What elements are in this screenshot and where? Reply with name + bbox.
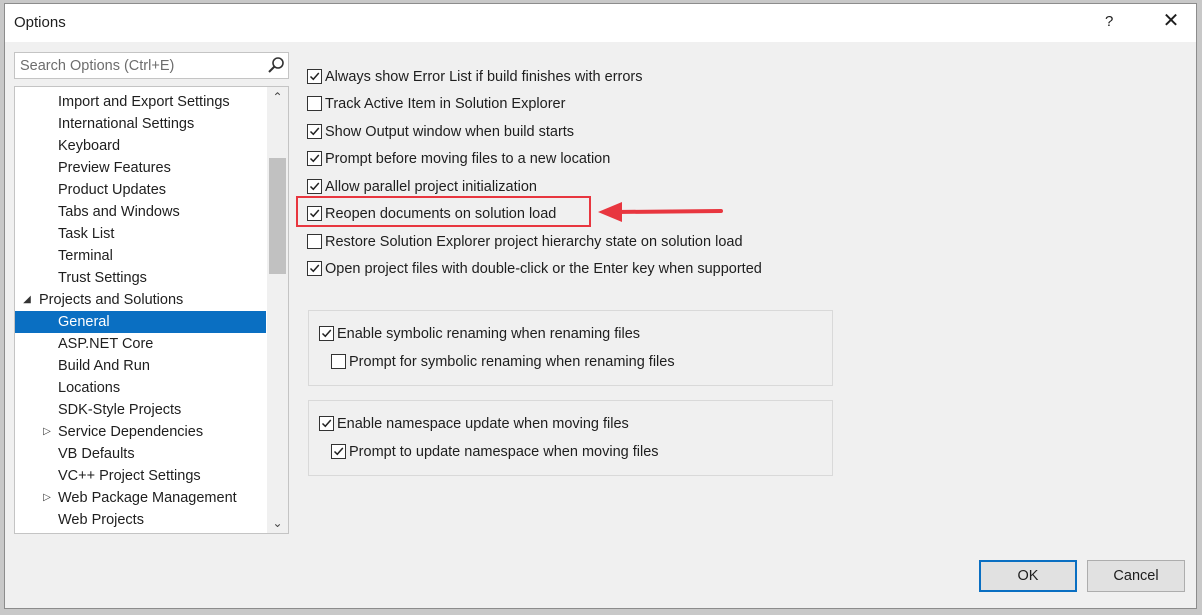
tree-item[interactable]: Product Updates	[15, 179, 266, 201]
expanded-arrow-icon[interactable]: ◢	[21, 289, 33, 311]
tree-item-label: Locations	[58, 380, 121, 396]
checkbox-unchecked[interactable]	[307, 96, 322, 111]
options-tree: Web Projects ▷ Web Package Management VC++ …	[14, 86, 289, 534]
checkbox-checked[interactable]	[319, 326, 334, 341]
option-label: Show Output window when build starts	[325, 124, 575, 140]
collapsed-arrow-icon[interactable]: ▷	[41, 487, 53, 509]
tree-item[interactable]: VB Defaults	[15, 443, 266, 465]
tree-item[interactable]: Import and Export Settings	[15, 91, 266, 113]
tree-item-label: VC++ Project Settings	[58, 468, 201, 484]
tree-item[interactable]: Web Projects	[15, 509, 266, 531]
annotation-highlight-box	[296, 196, 591, 227]
tree-item[interactable]: ▷ Web Package Management	[15, 487, 266, 509]
tree-scrollbar[interactable]: ⌃ ⌄	[267, 87, 288, 533]
close-button[interactable]: ✕	[1160, 9, 1182, 33]
checkbox-checked[interactable]	[307, 124, 322, 139]
scroll-down-icon[interactable]: ⌄	[267, 513, 288, 533]
tree-item-label: VB Defaults	[58, 446, 135, 462]
checkbox-checked[interactable]	[307, 69, 322, 84]
tree-item-label: Service Dependencies	[58, 424, 204, 440]
option-label: Allow parallel project initialization	[325, 179, 537, 195]
checkbox-unchecked[interactable]	[331, 354, 346, 369]
collapsed-arrow-icon[interactable]: ▷	[41, 421, 53, 443]
annotation-arrow-icon	[598, 202, 723, 222]
search-input[interactable]	[15, 53, 266, 78]
tree-item-label: Task List	[58, 226, 115, 242]
scroll-thumb[interactable]	[269, 158, 286, 274]
tree-item-label: Web Package Management	[58, 490, 237, 506]
tree-item[interactable]: Preview Features	[15, 157, 266, 179]
tree-item[interactable]: Tabs and Windows	[15, 201, 266, 223]
tree-item-label: Terminal	[58, 248, 113, 264]
namespace-update-group	[308, 400, 833, 476]
tree-item-label: Keyboard	[58, 138, 121, 154]
tree-item[interactable]: General	[15, 311, 266, 333]
help-button[interactable]: ?	[1105, 13, 1113, 30]
tree-item[interactable]: ▷ Service Dependencies	[15, 421, 266, 443]
tree-item-label: General	[58, 314, 110, 330]
option-label: Always show Error List if build finishes…	[325, 69, 643, 85]
checkbox-checked[interactable]	[331, 444, 346, 459]
tree-item[interactable]: Keyboard	[15, 135, 266, 157]
option-label: Prompt to update namespace when moving f…	[349, 444, 659, 460]
checkbox-unchecked[interactable]	[307, 234, 322, 249]
tree-item-label: Web Projects	[58, 512, 144, 528]
tree-item-label: Tabs and Windows	[58, 204, 180, 220]
option-label: Track Active Item in Solution Explorer	[325, 96, 566, 112]
option-label: Prompt for symbolic renaming when renami…	[349, 354, 675, 370]
search-box	[14, 52, 289, 79]
ok-button[interactable]: OK	[979, 560, 1077, 592]
options-dialog: Options ? ✕ Web Projects ▷ Web Package Man…	[4, 3, 1197, 609]
cancel-button[interactable]: Cancel	[1087, 560, 1185, 592]
symbolic-renaming-group	[308, 310, 833, 386]
option-label: Enable symbolic renaming when renaming f…	[337, 326, 641, 342]
tree-item[interactable]: Build And Run	[15, 355, 266, 377]
tree-item[interactable]: Locations	[15, 377, 266, 399]
checkbox-checked[interactable]	[307, 261, 322, 276]
tree-item-label: Product Updates	[58, 182, 167, 198]
checkbox-checked[interactable]	[319, 416, 334, 431]
option-label: Restore Solution Explorer project hierar…	[325, 234, 743, 250]
tree-item-label: Projects and Solutions	[39, 292, 184, 308]
tree-item-label: Build And Run	[58, 358, 150, 374]
tree-item[interactable]: SDK-Style Projects	[15, 399, 266, 421]
tree-item[interactable]: Task List	[15, 223, 266, 245]
tree-item-label: ASP.NET Core	[58, 336, 154, 352]
search-icon[interactable]	[267, 56, 285, 74]
tree-item-label: Preview Features	[58, 160, 171, 176]
title-bar: Options ? ✕	[5, 4, 1196, 42]
tree-item[interactable]: ASP.NET Core	[15, 333, 266, 355]
tree-item-label: Import and Export Settings	[58, 94, 230, 110]
tree-item[interactable]: Terminal	[15, 245, 266, 267]
checkbox-checked[interactable]	[307, 151, 322, 166]
tree-item-label: SDK-Style Projects	[58, 402, 182, 418]
tree-item[interactable]: ◢ Projects and Solutions	[15, 289, 266, 311]
tree-item-label: International Settings	[58, 116, 195, 132]
scroll-up-icon[interactable]: ⌃	[267, 87, 288, 107]
tree-item[interactable]: Trust Settings	[15, 267, 266, 289]
tree-item[interactable]: International Settings	[15, 113, 266, 135]
window-title: Options	[14, 14, 66, 31]
tree-item[interactable]: VC++ Project Settings	[15, 465, 266, 487]
option-label: Enable namespace update when moving file…	[337, 416, 629, 432]
option-label: Prompt before moving files to a new loca…	[325, 151, 611, 167]
checkbox-checked[interactable]	[307, 179, 322, 194]
option-label: Open project files with double-click or …	[325, 261, 762, 277]
tree-item-label: Trust Settings	[58, 270, 147, 286]
